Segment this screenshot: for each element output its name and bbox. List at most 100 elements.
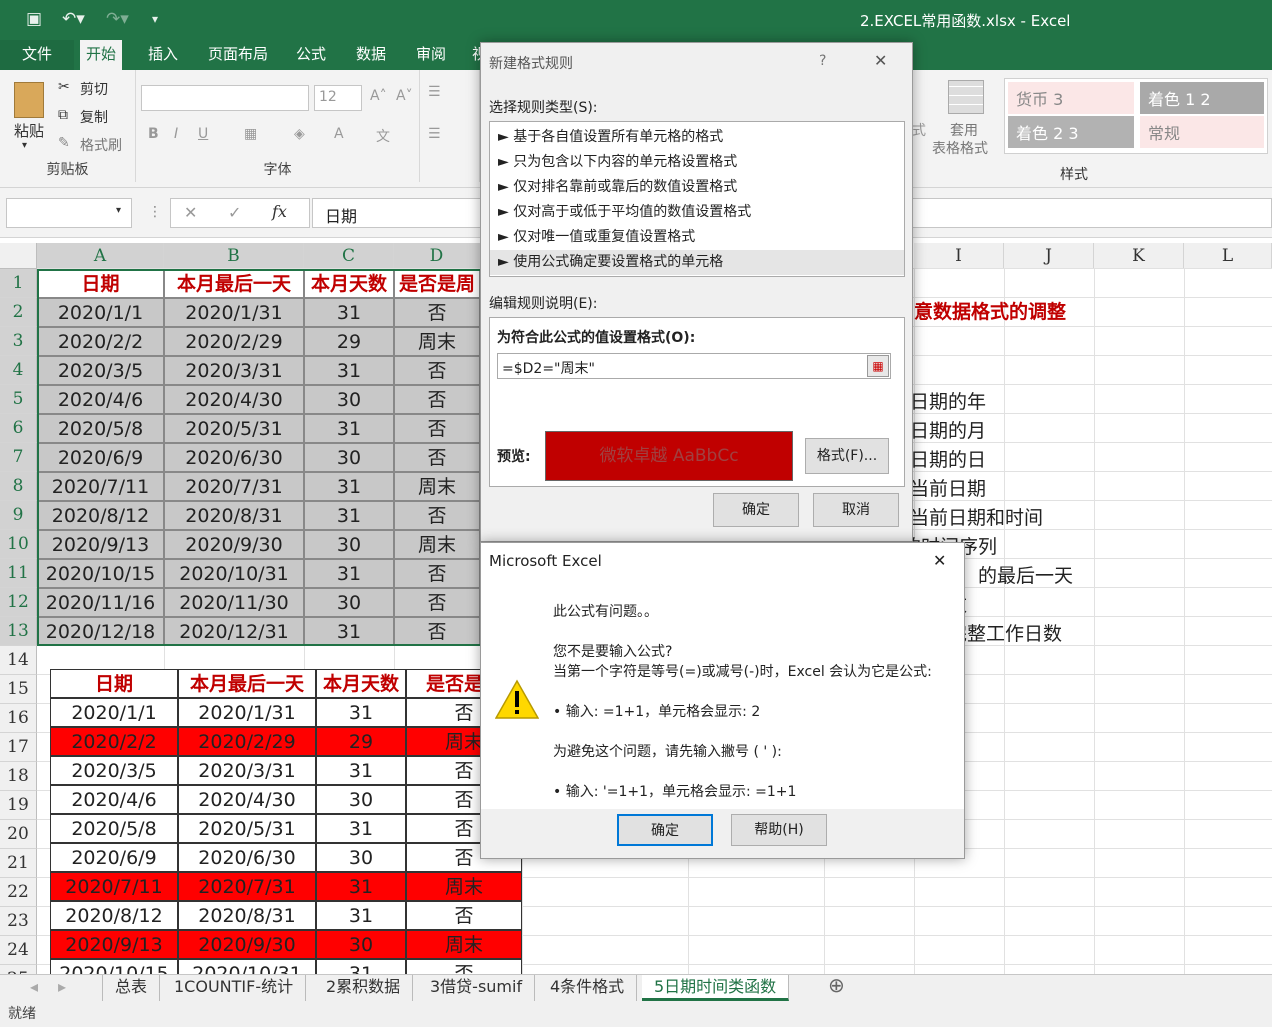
data-cell[interactable]: 2020/1/31 [178,698,316,727]
row-header[interactable]: 17 [0,733,37,762]
insert-function-icon[interactable]: fx [272,202,287,221]
format-as-table-button[interactable]: 套用 [950,120,978,140]
note-line[interactable]: 当前日期 [910,474,986,501]
format-button[interactable]: 格式(F)... [805,438,889,474]
tab-insert[interactable]: 插入 [142,40,184,70]
data-cell[interactable]: 周末 [394,472,480,501]
row-header[interactable]: 13 [0,617,37,646]
data-cell[interactable]: 2020/9/30 [164,530,304,559]
column-header-c[interactable]: C [304,243,394,269]
row-header[interactable]: 2 [0,298,37,327]
data-cell[interactable]: 30 [304,443,394,472]
row-header[interactable]: 15 [0,675,37,704]
row-header[interactable]: 10 [0,530,37,559]
row-header[interactable]: 19 [0,791,37,820]
close-icon[interactable]: ✕ [874,51,887,70]
enter-icon[interactable]: ✓ [228,203,241,222]
data-cell[interactable]: 2020/12/18 [37,617,164,646]
paste-button[interactable]: 粘贴 [14,120,44,141]
data-cell[interactable]: 2020/3/31 [178,756,316,785]
data-cell[interactable]: 2020/5/8 [50,814,178,843]
cancel-button[interactable]: 取消 [813,493,899,527]
row-header[interactable]: 3 [0,327,37,356]
data-cell[interactable]: 2020/3/5 [37,356,164,385]
fill-color-icon[interactable]: ◈ [294,126,305,142]
copy-button[interactable]: 复制 [80,107,108,127]
add-sheet-icon[interactable]: ⊕ [816,973,857,999]
data-cell[interactable]: 30 [316,930,406,959]
next-sheet-icon[interactable]: ▸ [46,975,78,1001]
message-ok-button[interactable]: 确定 [617,814,713,846]
redo-icon[interactable]: ↷▾ [106,9,129,29]
header-cell[interactable]: 本月最后一天 [164,269,304,298]
column-header-k[interactable]: K [1094,243,1184,269]
header-cell[interactable]: 本月天数 [304,269,394,298]
rule-type-item[interactable]: ► 仅对排名靠前或靠后的数值设置格式 [490,175,904,200]
data-cell[interactable]: 2020/11/30 [164,588,304,617]
notes-title[interactable]: 意数据格式的调整 [914,297,1066,324]
data-cell[interactable]: 2020/7/31 [164,472,304,501]
row-header[interactable]: 1 [0,269,37,298]
data-cell[interactable]: 否 [394,559,480,588]
close-icon[interactable]: ✕ [933,551,946,570]
data-cell[interactable]: 否 [394,356,480,385]
data-cell[interactable]: 31 [316,698,406,727]
data-cell[interactable]: 2020/4/30 [164,385,304,414]
paste-dropdown-icon[interactable]: ▾ [22,140,27,151]
sheet-tab-summary[interactable]: 总表 [102,975,161,1001]
data-cell[interactable]: 31 [304,298,394,327]
format-as-table-icon[interactable] [948,80,984,114]
note-line[interactable]: 当前日期和时间 [910,503,1043,530]
data-cell[interactable]: 2020/9/13 [37,530,164,559]
data-cell[interactable]: 30 [304,530,394,559]
sheet-tab-conditional[interactable]: 4条件格式 [538,975,638,1001]
header-cell[interactable]: 是否是周 [394,269,480,298]
row-header[interactable]: 24 [0,936,37,965]
sheet-tab-sumif[interactable]: 3借贷-sumif [418,975,536,1001]
tab-data[interactable]: 数据 [350,40,392,70]
rule-type-item-selected[interactable]: ► 使用公式确定要设置格式的单元格 [490,250,904,275]
data-cell[interactable]: 2020/9/13 [50,930,178,959]
rule-type-item[interactable]: ► 仅对高于或低于平均值的数值设置格式 [490,200,904,225]
row-header[interactable]: 5 [0,385,37,414]
help-icon[interactable]: ? [819,53,826,69]
sheet-tab-countif[interactable]: 1COUNTIF-统计 [162,975,307,1001]
data-cell[interactable]: 否 [394,588,480,617]
format-painter-button[interactable]: 格式刷 [80,135,122,155]
select-all-corner[interactable] [0,243,37,269]
data-cell[interactable]: 否 [394,501,480,530]
data-cell[interactable]: 周末 [406,930,522,959]
data-cell[interactable]: 2020/4/30 [178,785,316,814]
data-cell[interactable]: 31 [316,756,406,785]
row-header[interactable]: 22 [0,878,37,907]
style-accent-1-2[interactable]: 着色 1 2 [1140,82,1264,114]
header-cell[interactable]: 本月最后一天 [178,669,316,698]
data-cell[interactable]: 周末 [406,872,522,901]
data-cell[interactable]: 2020/6/30 [164,443,304,472]
data-cell[interactable]: 30 [316,843,406,872]
font-size-input[interactable]: 12 [314,85,362,111]
data-cell[interactable]: 30 [304,385,394,414]
data-cell[interactable]: 2020/1/1 [50,698,178,727]
data-cell[interactable]: 2020/10/15 [50,959,178,974]
data-cell[interactable]: 2020/8/31 [178,901,316,930]
column-header-d[interactable]: D [394,243,480,269]
conditional-format-label-partial[interactable]: 式 [912,120,926,140]
data-cell[interactable]: 2020/1/31 [164,298,304,327]
style-normal[interactable]: 常规 [1140,116,1264,148]
row-header[interactable]: 6 [0,414,37,443]
data-cell[interactable]: 2020/8/12 [50,901,178,930]
data-cell[interactable]: 2020/12/31 [164,617,304,646]
data-cell[interactable]: 2020/9/30 [178,930,316,959]
data-cell[interactable]: 否 [394,298,480,327]
rule-type-item[interactable]: ► 只为包含以下内容的单元格设置格式 [490,150,904,175]
row-header[interactable]: 12 [0,588,37,617]
data-cell[interactable]: 31 [304,559,394,588]
data-cell[interactable]: 31 [316,814,406,843]
data-cell[interactable]: 2020/2/29 [178,727,316,756]
row-header[interactable]: 7 [0,443,37,472]
data-cell[interactable]: 31 [304,617,394,646]
row-header[interactable]: 4 [0,356,37,385]
align-top-icon[interactable]: ☰ [428,84,441,100]
italic-icon[interactable]: I [174,126,178,142]
